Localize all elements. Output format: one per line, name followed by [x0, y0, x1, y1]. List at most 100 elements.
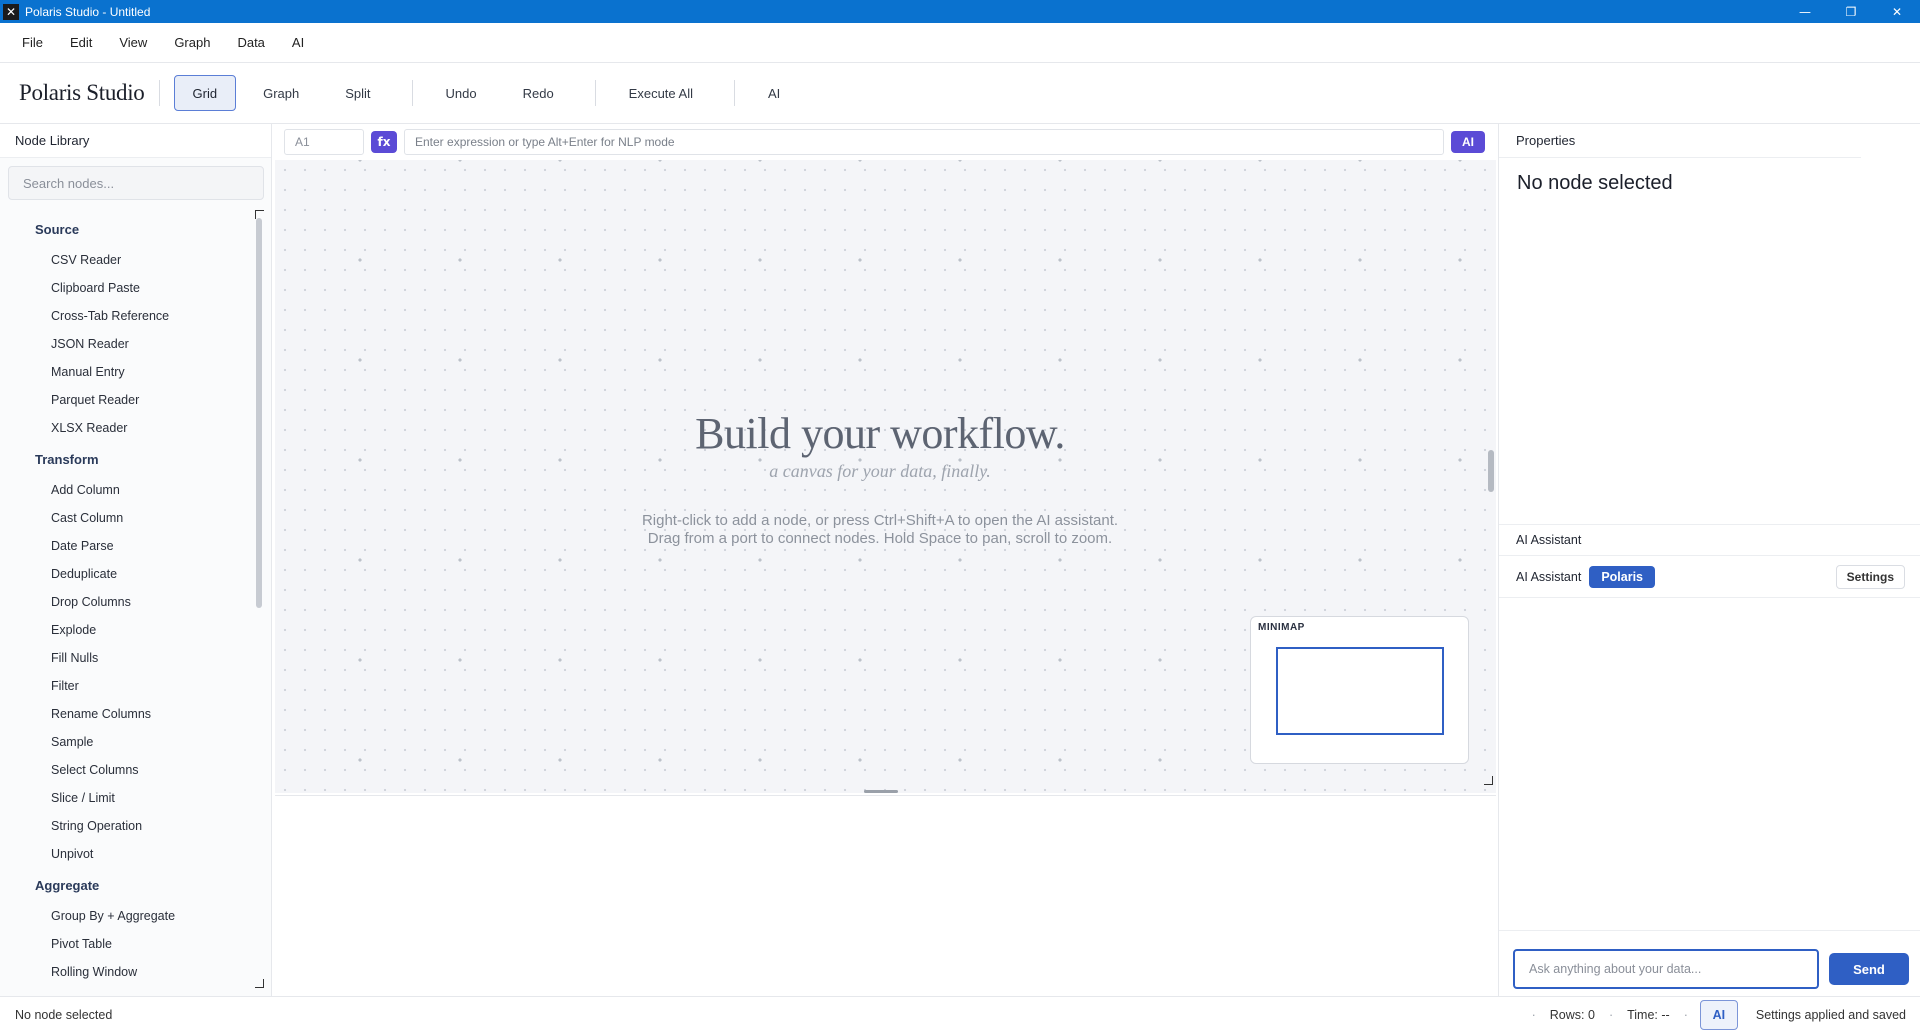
node-item[interactable]: Drop Columns — [0, 588, 256, 616]
node-item[interactable]: Rolling Window — [0, 958, 256, 986]
resize-corner-icon — [255, 210, 264, 219]
help-line-1: Right-click to add a node, or press Ctrl… — [641, 512, 1119, 529]
status-separator: · — [1531, 1008, 1536, 1022]
status-bar: No node selected · Rows: 0 · Time: -- · … — [0, 996, 1920, 1032]
toolbar-divider — [158, 80, 160, 106]
node-item[interactable]: Date Parse — [0, 532, 256, 560]
status-rows: Rows: 0 — [1549, 1008, 1595, 1022]
node-item[interactable]: Manual Entry — [0, 358, 256, 386]
split-view-button[interactable]: Split — [326, 75, 389, 111]
status-separator: · — [1608, 1008, 1614, 1022]
graph-view-button[interactable]: Graph — [244, 75, 318, 111]
chat-messages — [1499, 598, 1920, 938]
node-item[interactable]: Group By + Aggregate — [0, 902, 256, 930]
title-bar: ✕ Polaris Studio - Untitled — ❐ ✕ — [0, 0, 1920, 23]
node-item[interactable]: Add Column — [0, 476, 256, 504]
node-item[interactable]: JSON Reader — [0, 330, 256, 358]
status-right: · Rows: 0 · Time: -- · AI Settings appli… — [1518, 997, 1906, 1032]
node-item[interactable]: Deduplicate — [0, 560, 256, 588]
ai-settings-button[interactable]: Settings — [1835, 565, 1905, 589]
menu-view[interactable]: View — [119, 35, 147, 50]
node-search-input[interactable] — [8, 166, 264, 200]
ai-toolbar-button[interactable]: AI — [749, 75, 799, 111]
menu-bar: File Edit View Graph Data AI — [0, 23, 1920, 63]
chat-compose: Send — [1499, 930, 1920, 996]
toolbar-divider — [594, 80, 596, 106]
node-item[interactable]: Select Columns — [0, 756, 256, 784]
node-item[interactable]: Clipboard Paste — [0, 274, 256, 302]
undo-button[interactable]: Undo — [427, 75, 496, 111]
brand-logo: Polaris Studio — [19, 80, 145, 105]
toolbar-divider — [734, 80, 735, 106]
node-item[interactable]: Cross-Tab Reference — [0, 302, 256, 330]
toolbar: Polaris Studio Grid Graph Split Undo Red… — [0, 63, 1920, 124]
window-title: Polaris Studio - Untitled — [25, 4, 151, 19]
node-item[interactable]: Unpivot — [0, 840, 256, 868]
node-list-scrollbar[interactable] — [256, 218, 262, 608]
chat-input[interactable] — [1513, 949, 1819, 989]
right-panel: Properties No node selected AI Assistant… — [1498, 124, 1920, 996]
menu-graph[interactable]: Graph — [174, 35, 210, 50]
node-item[interactable]: Explode — [0, 616, 256, 644]
node-library-panel: Node Library SourceCSV ReaderClipboard P… — [0, 124, 272, 996]
node-item[interactable]: Pivot Table — [0, 930, 256, 958]
restore-button[interactable]: ❐ — [1828, 0, 1874, 23]
ai-assistant-label: AI Assistant — [1516, 569, 1582, 584]
app-logo-icon: ✕ — [3, 3, 19, 20]
workflow-canvas[interactable]: Build your workflow. a canvas for your d… — [275, 160, 1496, 793]
status-time: Time: -- — [1627, 1008, 1670, 1022]
redo-button[interactable]: Redo — [504, 75, 573, 111]
toolbar-divider — [411, 80, 413, 106]
category-header-source[interactable]: Source — [0, 212, 256, 246]
node-list: Source CSV Reader Clipboard Paste Cross-Tab… — [0, 212, 256, 986]
minimap[interactable]: MINIMAP — [1250, 616, 1469, 764]
properties-body: No node selected — [1499, 158, 1920, 578]
cell-reference-field[interactable]: A1 — [284, 129, 364, 155]
status-selection: No node selected — [15, 1007, 113, 1022]
node-item[interactable]: Sample — [0, 728, 256, 756]
node-item[interactable]: CSV Reader — [0, 246, 256, 274]
model-badge[interactable]: Polaris — [1589, 565, 1655, 588]
empty-state: Build your workflow. a canvas for your d… — [275, 408, 1485, 548]
grid-view-button[interactable]: Grid — [173, 75, 237, 111]
node-item[interactable]: Fill Nulls — [0, 644, 256, 672]
status-ai-button[interactable]: AI — [1699, 1000, 1738, 1030]
node-item[interactable]: Filter — [0, 672, 256, 700]
ai-assistant-bar: AI Assistant Polaris Settings — [1499, 556, 1920, 598]
formula-ai-button[interactable]: AI — [1451, 131, 1485, 153]
node-library-title: Node Library — [0, 124, 271, 158]
node-item[interactable]: String Operation — [0, 812, 256, 840]
menu-file[interactable]: File — [22, 35, 43, 50]
bottom-pane — [275, 795, 1496, 996]
resize-corner-icon — [255, 979, 264, 988]
category-header-transform[interactable]: Transform — [0, 442, 256, 476]
fx-button[interactable]: fx — [371, 131, 397, 153]
menu-edit[interactable]: Edit — [70, 35, 92, 50]
minimap-label: MINIMAP — [1258, 622, 1305, 633]
category-header-aggregate[interactable]: Aggregate — [0, 868, 256, 902]
menu-ai[interactable]: AI — [292, 35, 304, 50]
empty-state-help: Right-click to add a node, or press Ctrl… — [275, 512, 1485, 548]
send-button[interactable]: Send — [1829, 953, 1909, 985]
minimap-viewport[interactable] — [1276, 647, 1444, 735]
help-line-2: Drag from a port to connect nodes. Hold … — [647, 530, 1113, 547]
canvas-vertical-scrollbar[interactable] — [1488, 450, 1494, 492]
canvas-split-handle[interactable] — [864, 790, 898, 793]
execute-all-button[interactable]: Execute All — [610, 75, 712, 111]
node-item[interactable]: Slice / Limit — [0, 784, 256, 812]
status-separator: · — [1683, 1008, 1688, 1022]
node-item[interactable]: XLSX Reader — [0, 414, 256, 442]
empty-state-title: Build your workflow. — [695, 409, 1065, 458]
expression-input[interactable] — [404, 129, 1444, 155]
minimize-button[interactable]: — — [1782, 0, 1828, 23]
ai-assistant-section-title: AI Assistant — [1499, 524, 1920, 556]
properties-empty-message: No node selected — [1517, 172, 1673, 194]
window-controls: — ❐ ✕ — [1782, 0, 1920, 23]
node-item[interactable]: Cast Column — [0, 504, 256, 532]
empty-state-subtitle: a canvas for your data, finally. — [769, 461, 991, 481]
menu-data[interactable]: Data — [237, 35, 264, 50]
resize-corner-icon — [1484, 776, 1493, 785]
node-item[interactable]: Rename Columns — [0, 700, 256, 728]
close-button[interactable]: ✕ — [1874, 0, 1920, 23]
node-item[interactable]: Parquet Reader — [0, 386, 256, 414]
